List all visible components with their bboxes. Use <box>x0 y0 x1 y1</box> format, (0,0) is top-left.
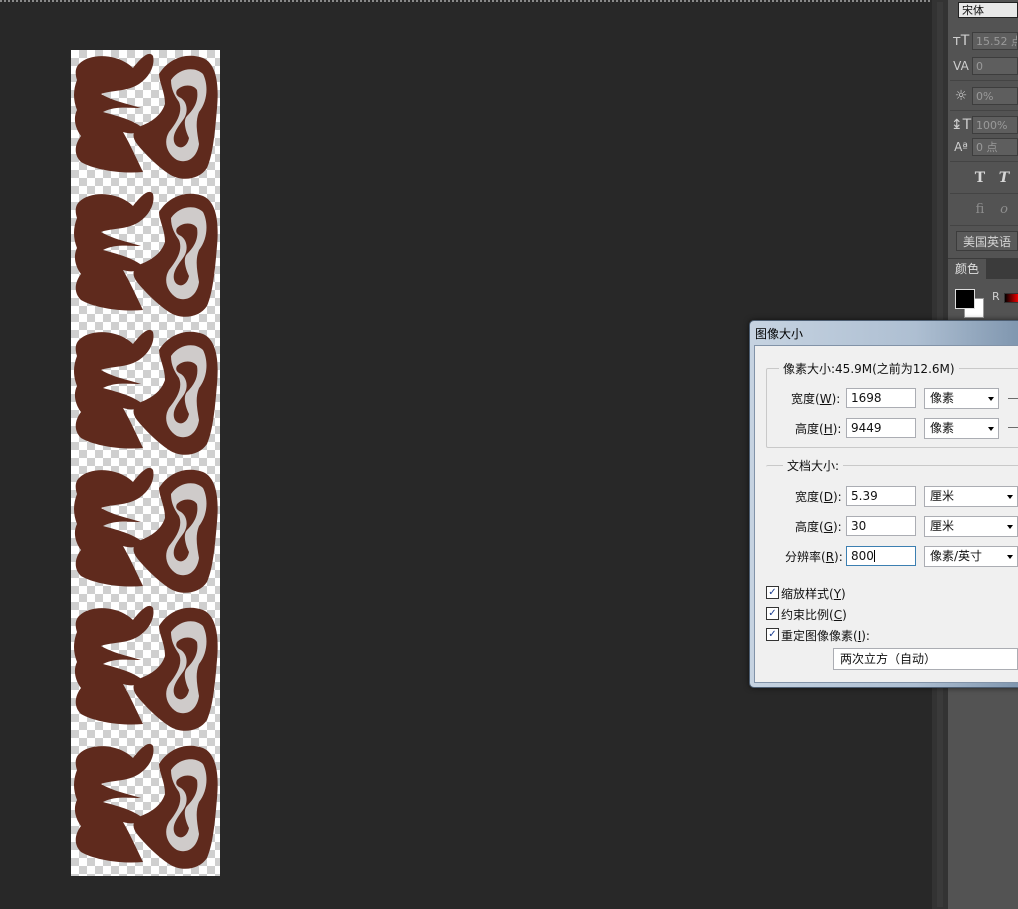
constrain-proportions-label: 约束比例(C) <box>781 608 847 622</box>
resolution-unit-select[interactable]: 像素/英寸 <box>924 546 1018 567</box>
constrain-proportions-checkbox[interactable]: ✓ <box>766 607 779 620</box>
panel-divider <box>950 193 1018 194</box>
scale-styles-checkbox[interactable]: ✓ <box>766 586 779 599</box>
faux-bold-button[interactable]: T <box>970 168 990 188</box>
font-size-row: ᴛT 15.52 点 <box>950 31 1018 51</box>
vertical-scale-input[interactable]: 100% <box>972 116 1018 134</box>
baseline-row: Aª 0 点 <box>950 137 1018 157</box>
pixel-height-label: 高度(H): <box>795 422 842 436</box>
kerning-input[interactable]: 0 <box>972 57 1018 75</box>
doc-height-label: 高度(G): <box>795 520 842 534</box>
doc-width-input[interactable]: 5.39 <box>846 486 916 506</box>
doc-width-unit-select[interactable]: 厘米 <box>924 486 1018 507</box>
text-caret <box>873 550 875 562</box>
vertical-scale-icon: ↨T <box>950 117 972 133</box>
doc-height-input[interactable]: 30 <box>846 516 916 536</box>
pixel-dimensions-label: 像素大小:45.9M(之前为12.6M) <box>779 360 959 377</box>
swash-button[interactable]: o <box>994 200 1014 220</box>
panel-divider <box>950 161 1018 162</box>
ligature-button[interactable]: fi <box>970 200 990 220</box>
doc-height-unit-select[interactable]: 厘米 <box>924 516 1018 537</box>
red-channel-slider[interactable] <box>1004 293 1018 303</box>
resample-label: 重定图像像素(I): <box>781 629 870 643</box>
pixel-height-unit-select[interactable]: 像素 <box>924 418 999 439</box>
vertical-scale-row: ↨T 100% <box>950 115 1018 135</box>
faux-italic-button[interactable]: T <box>994 168 1014 188</box>
document-size-label: 文档大小: <box>783 457 844 474</box>
language-select[interactable]: 美国英语 <box>956 231 1018 251</box>
constrain-link-icon <box>1008 398 1018 428</box>
tracking-row: ☼ 0% <box>950 86 1018 106</box>
doc-width-label: 宽度(D): <box>795 490 842 504</box>
baseline-shift-icon: Aª <box>954 140 968 154</box>
panel-divider <box>950 110 1018 111</box>
font-size-input[interactable]: 15.52 点 <box>972 32 1018 50</box>
chevron-down-icon <box>988 427 994 431</box>
pixel-height-input[interactable]: 9449 <box>846 418 916 438</box>
dialog-title: 图像大小 <box>755 327 804 341</box>
font-size-icon: ᴛT <box>952 33 970 49</box>
resample-checkbox[interactable]: ✓ <box>766 628 779 641</box>
resample-method-select[interactable]: 两次立方（自动） <box>833 648 1018 670</box>
tab-color[interactable]: 颜色 <box>948 259 986 279</box>
red-channel-label: R <box>992 290 1000 303</box>
foreground-color-swatch[interactable] <box>955 289 975 309</box>
chevron-down-icon <box>1007 525 1013 529</box>
chevron-down-icon <box>1007 555 1013 559</box>
scale-styles-label: 缩放样式(Y) <box>781 587 846 601</box>
kerning-icon: VA <box>953 59 969 73</box>
tracking-icon: ☼ <box>954 88 968 104</box>
pixel-width-unit-select[interactable]: 像素 <box>924 388 999 409</box>
resolution-label: 分辨率(R): <box>785 550 843 564</box>
baseline-shift-input[interactable]: 0 点 <box>972 138 1018 156</box>
tracking-input[interactable]: 0% <box>972 87 1018 105</box>
ruler-edge <box>0 0 930 2</box>
document-image[interactable] <box>71 50 220 876</box>
chevron-down-icon <box>1007 495 1013 499</box>
chevron-down-icon <box>988 397 994 401</box>
panel-divider <box>950 80 1018 81</box>
pixel-width-label: 宽度(W): <box>791 392 841 406</box>
panel-divider <box>950 225 1018 226</box>
ornament-pattern <box>74 53 218 869</box>
kerning-row: VA 0 <box>950 56 1018 76</box>
font-family-field[interactable]: 宋体 <box>958 2 1018 18</box>
resolution-input[interactable]: 800 <box>846 546 916 566</box>
pixel-width-input[interactable]: 1698 <box>846 388 916 408</box>
